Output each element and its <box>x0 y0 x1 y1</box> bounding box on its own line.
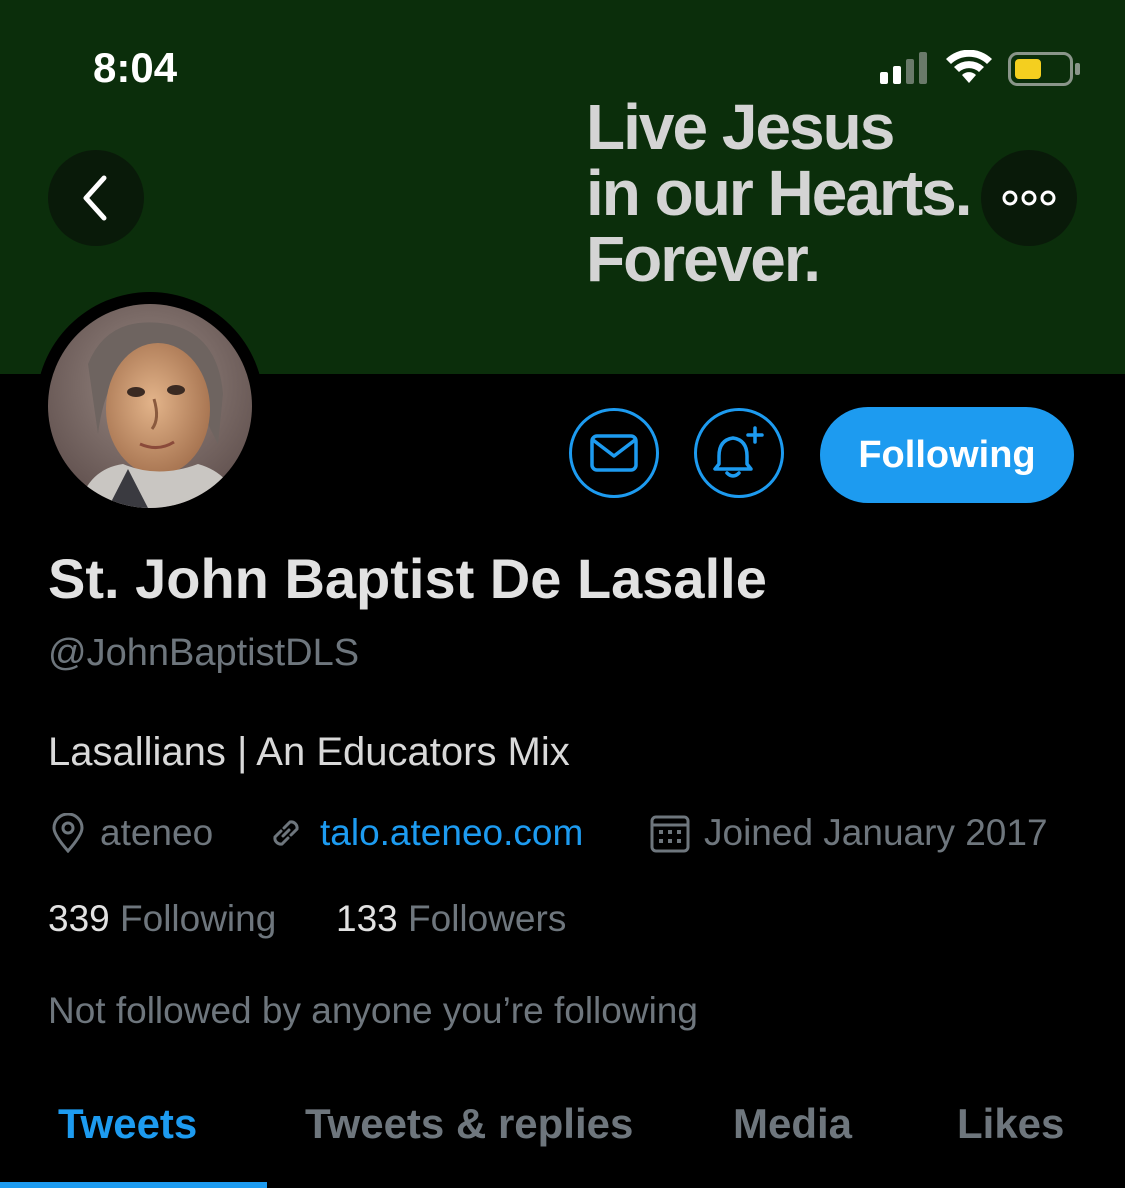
tab-tweets-and-replies[interactable]: Tweets & replies <box>305 1100 633 1148</box>
wifi-icon <box>946 50 992 83</box>
more-icon <box>1002 190 1056 206</box>
followers-stat[interactable]: 133 Followers <box>336 898 566 940</box>
following-label: Following <box>120 898 277 939</box>
tab-media[interactable]: Media <box>733 1100 852 1148</box>
profile-website: talo.ateneo.com <box>266 812 583 854</box>
avatar[interactable] <box>48 304 252 508</box>
message-button[interactable] <box>569 408 659 498</box>
active-tab-indicator <box>0 1182 267 1188</box>
chevron-left-icon <box>83 175 107 221</box>
profile-joined: Joined January 2017 <box>650 812 1048 854</box>
back-button[interactable] <box>48 150 144 246</box>
following-button[interactable]: Following <box>820 407 1074 503</box>
envelope-icon <box>590 434 638 472</box>
mutuals-note: Not followed by anyone you’re following <box>48 990 698 1031</box>
banner-line: Live Jesus <box>586 91 895 163</box>
joined-text: Joined January 2017 <box>704 812 1048 853</box>
cellular-signal-icon <box>880 52 927 84</box>
avatar-portrait <box>48 304 252 508</box>
bell-plus-icon <box>713 426 764 478</box>
profile-name: St. John Baptist De Lasalle <box>48 547 767 610</box>
banner-text: Live Jesus in our Hearts. Forever. <box>586 91 973 295</box>
following-stat[interactable]: 339 Following <box>48 898 276 940</box>
banner-line: in our Hearts. <box>586 157 973 229</box>
status-time: 8:04 <box>93 44 178 91</box>
location-text: ateneo <box>100 812 214 853</box>
more-options-button[interactable] <box>981 150 1077 246</box>
following-count: 339 <box>48 898 110 939</box>
calendar-icon <box>650 815 690 853</box>
profile-handle: @JohnBaptistDLS <box>48 632 360 674</box>
profile-bio: Lasallians | An Educators Mix <box>48 730 570 774</box>
location-pin-icon <box>52 813 84 853</box>
tab-likes[interactable]: Likes <box>957 1100 1064 1148</box>
battery-icon <box>1008 52 1080 86</box>
notifications-button[interactable] <box>694 408 784 498</box>
banner-line: Forever. <box>586 223 821 295</box>
link-icon <box>273 820 299 846</box>
tab-tweets[interactable]: Tweets <box>58 1100 197 1148</box>
profile-location: ateneo <box>50 812 213 854</box>
website-link[interactable]: talo.ateneo.com <box>320 812 583 854</box>
followers-label: Followers <box>408 898 567 939</box>
followers-count: 133 <box>336 898 398 939</box>
